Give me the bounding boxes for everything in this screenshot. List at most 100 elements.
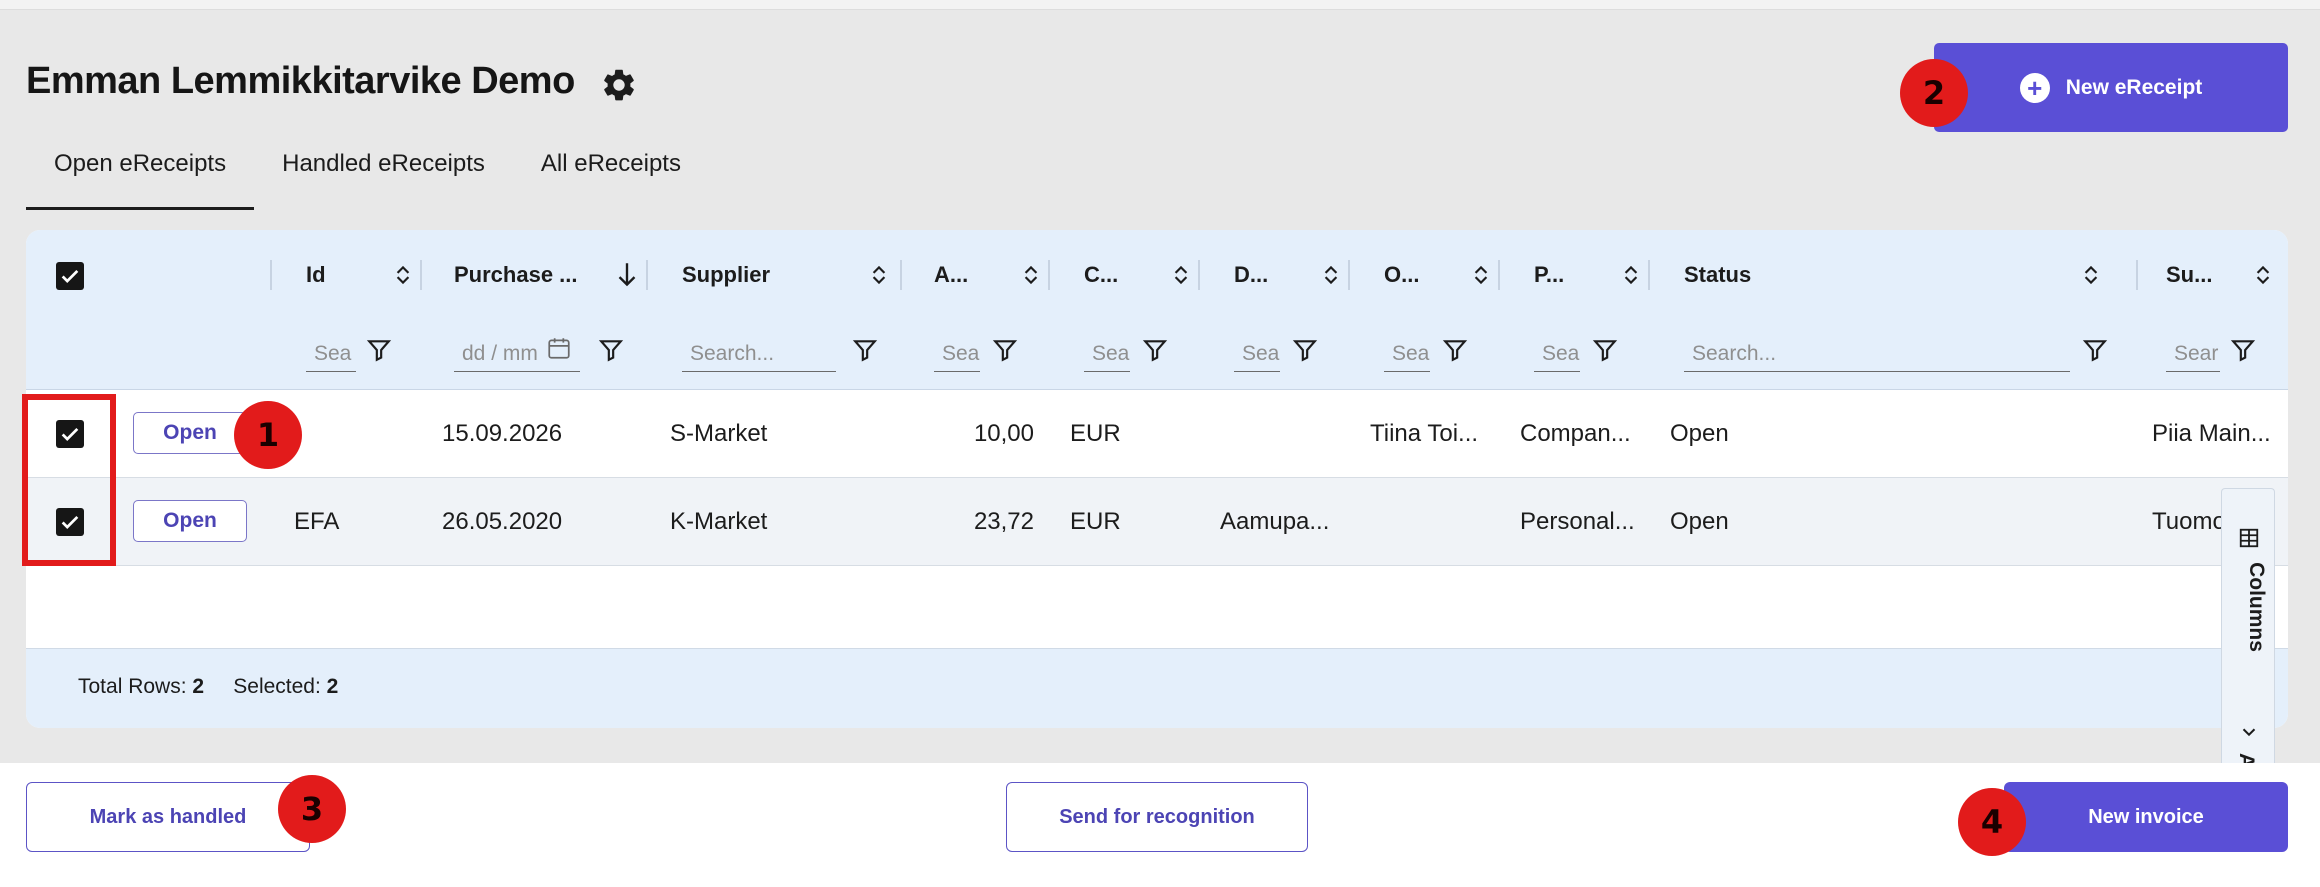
check-icon xyxy=(61,269,79,283)
header-supplier[interactable]: Supplier xyxy=(682,250,902,300)
top-strip xyxy=(0,0,2320,10)
filter-id-input[interactable]: Sea xyxy=(306,336,356,372)
header-amount[interactable]: A... xyxy=(934,250,1054,300)
sort-icon[interactable] xyxy=(1168,262,1194,288)
filter-icon[interactable] xyxy=(2230,337,2256,363)
column-separator xyxy=(1198,260,1200,290)
arrow-down-icon[interactable] xyxy=(614,260,640,290)
sort-icon[interactable] xyxy=(1618,262,1644,288)
open-row-button[interactable]: Open xyxy=(133,500,247,542)
filter-icon[interactable] xyxy=(852,337,878,363)
header-owner[interactable]: O... xyxy=(1384,250,1504,300)
cell-payment: Compan... xyxy=(1520,420,1631,447)
filter-icon[interactable] xyxy=(1292,337,1318,363)
filter-icon[interactable] xyxy=(1592,337,1618,363)
cell-amount: 23,72 xyxy=(973,508,1034,535)
columns-icon[interactable] xyxy=(2238,527,2260,549)
ereceipts-grid: Id Purchase ... Supplier A... C... D... xyxy=(26,230,2288,728)
header-submitter[interactable]: Su... xyxy=(2166,250,2286,300)
cell-supplier: K-Market xyxy=(670,508,768,535)
new-ereceipt-button[interactable]: + New eReceipt xyxy=(1934,43,2288,132)
filter-amount-input[interactable]: Sea xyxy=(934,336,980,372)
filter-supplier-input[interactable]: Search... xyxy=(682,336,836,372)
chevron-down-icon[interactable] xyxy=(2238,721,2260,743)
table-row[interactable]: Open 15.09.2026 S-Market 10,00 EUR Tiina… xyxy=(26,390,2288,478)
send-for-recognition-button[interactable]: Send for recognition xyxy=(1006,782,1308,852)
header-purchase-date[interactable]: Purchase ... xyxy=(454,250,664,300)
filter-submitter-input[interactable]: Sear xyxy=(2166,336,2220,372)
filter-payment-input[interactable]: Sea xyxy=(1534,336,1580,372)
new-invoice-button[interactable]: New invoice xyxy=(2004,782,2288,852)
gear-icon[interactable] xyxy=(600,66,638,104)
cell-id: EFA xyxy=(294,508,340,535)
filter-currency: Sea xyxy=(1084,330,1194,374)
filter-currency-input[interactable]: Sea xyxy=(1084,336,1130,372)
filter-icon[interactable] xyxy=(366,337,392,363)
mark-as-handled-button[interactable]: Mark as handled xyxy=(26,782,310,852)
filter-status-input[interactable]: Search... xyxy=(1684,336,2070,372)
column-separator xyxy=(1498,260,1500,290)
sort-icon[interactable] xyxy=(2250,262,2276,288)
column-separator xyxy=(646,260,648,290)
header-payment[interactable]: P... xyxy=(1534,250,1654,300)
filter-icon[interactable] xyxy=(2082,337,2108,363)
header-payment-label: P... xyxy=(1534,262,1565,287)
header-id[interactable]: Id xyxy=(306,250,426,300)
select-all-checkbox[interactable] xyxy=(56,262,84,290)
column-separator xyxy=(270,260,272,290)
cell-currency: EUR xyxy=(1070,420,1121,447)
calendar-icon[interactable] xyxy=(546,335,572,361)
cell-amount: 10,00 xyxy=(973,420,1034,447)
filter-id: Sea xyxy=(306,330,416,374)
cell-submitter: Piia Main... xyxy=(2152,420,2271,447)
grid-header: Id Purchase ... Supplier A... C... D... xyxy=(26,230,2288,390)
column-separator xyxy=(900,260,902,290)
filter-status: Search... xyxy=(1684,330,2124,374)
row-count-summary: Total Rows: 2 Selected: 2 xyxy=(78,675,338,699)
column-separator xyxy=(1648,260,1650,290)
marker-2: 2 xyxy=(1900,59,1968,127)
sort-icon[interactable] xyxy=(1468,262,1494,288)
filter-icon[interactable] xyxy=(598,337,624,363)
marker-4: 4 xyxy=(1958,788,2026,856)
cell-submitter: Tuomo xyxy=(2152,508,2226,535)
filter-description-input[interactable]: Sea xyxy=(1234,336,1280,372)
header-supplier-label: Supplier xyxy=(682,262,771,287)
header-currency[interactable]: C... xyxy=(1084,250,1204,300)
filter-icon[interactable] xyxy=(992,337,1018,363)
header-status-label: Status xyxy=(1684,262,1752,287)
filter-owner-input[interactable]: Sea xyxy=(1384,336,1430,372)
total-rows-value: 2 xyxy=(192,675,205,698)
sort-icon[interactable] xyxy=(390,262,416,288)
cell-supplier: S-Market xyxy=(670,420,768,447)
header-purchase-label: Purchase ... xyxy=(454,262,578,287)
tab-handled-ereceipts[interactable]: Handled eReceipts xyxy=(254,140,513,210)
header-description[interactable]: D... xyxy=(1234,250,1354,300)
open-row-button[interactable]: Open xyxy=(133,412,247,454)
column-separator xyxy=(1348,260,1350,290)
tab-open-ereceipts[interactable]: Open eReceipts xyxy=(26,140,255,210)
column-separator xyxy=(420,260,422,290)
filter-purchase-date: dd / mm xyxy=(454,330,644,374)
cell-payment: Personal... xyxy=(1520,508,1635,535)
cell-purchase-date: 26.05.2020 xyxy=(442,508,563,535)
cell-currency: EUR xyxy=(1070,508,1121,535)
table-row[interactable]: Open EFA 26.05.2020 K-Market 23,72 EUR A… xyxy=(26,478,2288,566)
filter-supplier: Search... xyxy=(682,330,892,374)
tab-all-ereceipts[interactable]: All eReceipts xyxy=(513,140,709,210)
cell-purchase-date: 15.09.2026 xyxy=(442,420,563,447)
sort-icon[interactable] xyxy=(2078,262,2104,288)
header-amount-label: A... xyxy=(934,262,969,287)
columns-tab[interactable]: Columns xyxy=(2244,547,2268,667)
filter-icon[interactable] xyxy=(1142,337,1168,363)
filter-icon[interactable] xyxy=(1442,337,1468,363)
sort-icon[interactable] xyxy=(1018,262,1044,288)
filter-owner: Sea xyxy=(1384,330,1494,374)
header-status[interactable]: Status xyxy=(1684,250,2114,300)
filter-submitter: Sear xyxy=(2166,330,2286,374)
sort-icon[interactable] xyxy=(866,262,892,288)
selected-value: 2 xyxy=(326,675,339,698)
marker-3: 3 xyxy=(278,775,346,843)
sort-icon[interactable] xyxy=(1318,262,1344,288)
cell-description xyxy=(1220,390,1346,478)
